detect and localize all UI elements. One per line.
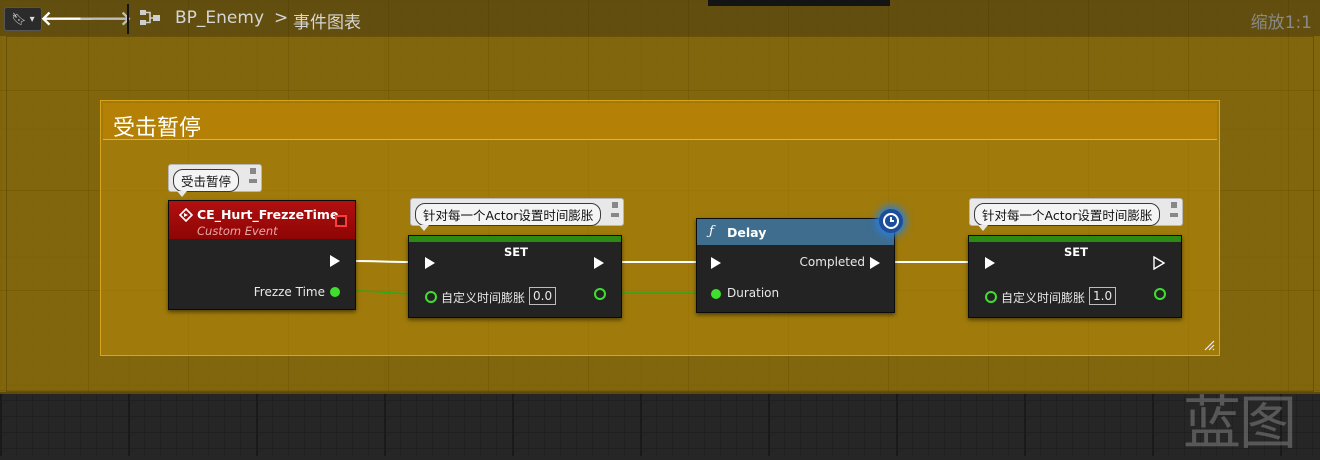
set-variable-node[interactable]: SET 自定义时间膨胀 1.0: [968, 235, 1182, 318]
pin-label: Frezze Time: [253, 285, 325, 299]
pin-label: 自定义时间膨胀: [441, 291, 526, 305]
bubble-tail: [419, 225, 429, 231]
comment-bubble[interactable]: 针对每一个Actor设置时间膨胀: [969, 198, 1183, 231]
pin-icon[interactable]: [610, 201, 620, 219]
exec-out-pin[interactable]: [1153, 256, 1165, 270]
bubble-tail: [177, 191, 187, 197]
exec-in-pin[interactable]: [711, 257, 721, 269]
float-out-pin[interactable]: [1154, 288, 1166, 300]
function-icon: ƒ: [709, 224, 714, 239]
node-subtitle: Custom Event: [197, 224, 278, 238]
node-title: SET: [1064, 245, 1088, 259]
node-header-bar: [969, 236, 1181, 242]
exec-wire: [353, 260, 411, 263]
custom-event-node[interactable]: CE_Hurt_FrezzeTime Custom Event Frezze T…: [168, 200, 356, 310]
float-out-pin[interactable]: [330, 287, 340, 297]
blueprint-watermark: 蓝图: [1183, 389, 1297, 457]
bubble-text: 针对每一个Actor设置时间膨胀: [974, 203, 1161, 226]
set-variable-node[interactable]: SET 自定义时间膨胀 0.0: [408, 235, 622, 318]
delegate-pin-icon[interactable]: [335, 215, 347, 227]
pin-label: Duration: [727, 286, 780, 300]
exec-out-pin[interactable]: [330, 255, 340, 267]
float-out-pin[interactable]: [594, 288, 606, 300]
node-header-bar: [409, 236, 621, 242]
exec-out-pin[interactable]: [594, 257, 604, 269]
bubble-text: 受击暂停: [173, 169, 240, 192]
float-in-pin[interactable]: [425, 291, 437, 303]
pin-label: 自定义时间膨胀: [1001, 291, 1086, 305]
bubble-tail: [978, 225, 988, 231]
pin-label: Completed: [799, 255, 865, 269]
exec-in-pin[interactable]: [985, 257, 995, 269]
float-in-pin[interactable]: [711, 289, 721, 299]
node-title: SET: [504, 245, 528, 259]
pin-icon[interactable]: [248, 167, 258, 185]
comment-bubble[interactable]: 针对每一个Actor设置时间膨胀: [410, 198, 624, 231]
delay-node[interactable]: ƒ Delay Completed Duration: [696, 218, 895, 313]
bubble-text: 针对每一个Actor设置时间膨胀: [415, 203, 602, 226]
float-in-pin[interactable]: [985, 291, 997, 303]
node-title: Delay: [727, 225, 767, 240]
float-value-input[interactable]: 0.0: [529, 287, 557, 305]
latent-clock-icon: [879, 209, 903, 233]
exec-out-pin[interactable]: [870, 257, 880, 269]
event-icon: [179, 208, 193, 222]
pin-icon[interactable]: [1169, 201, 1179, 219]
comment-bubble[interactable]: 受击暂停: [168, 164, 262, 197]
node-title: CE_Hurt_FrezzeTime: [197, 207, 339, 222]
exec-in-pin[interactable]: [425, 257, 435, 269]
float-value-input[interactable]: 1.0: [1089, 287, 1117, 305]
